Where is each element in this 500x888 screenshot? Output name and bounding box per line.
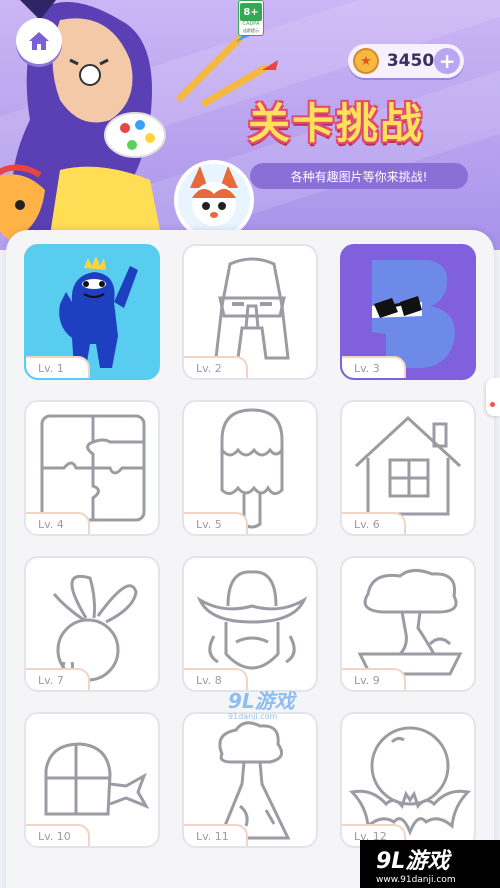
- level-card-8[interactable]: Lv. 8: [182, 556, 318, 692]
- level-panel: Lv. 1 Lv. 2 Lv. 3 Lv. 4 Lv. 5 Lv. 6 Lv. …: [6, 230, 494, 888]
- add-coins-button[interactable]: +: [434, 48, 460, 74]
- level-label: Lv. 1: [26, 356, 90, 378]
- watermark-corner-url: www.91danji.com: [376, 875, 456, 885]
- watermark-corner: 9L游戏 www.91danji.com: [360, 840, 500, 888]
- coin-balance: ★ 3450 +: [348, 44, 464, 78]
- level-label: Lv. 4: [26, 512, 90, 534]
- title-wrap: 关卡挑战: [248, 90, 470, 150]
- home-icon: [29, 32, 49, 50]
- coin-count: 3450: [386, 51, 435, 71]
- level-card-2[interactable]: Lv. 2: [182, 244, 318, 380]
- age-rating: 8+: [240, 3, 262, 21]
- level-card-10[interactable]: Lv. 10: [24, 712, 160, 848]
- age-rating-org: CADPA: [242, 21, 260, 27]
- watermark-brand: 9L游戏: [228, 689, 295, 713]
- page-subtitle: 各种有趣图片等你来挑战!: [250, 163, 468, 189]
- level-label: Lv. 3: [342, 356, 406, 378]
- level-label: Lv. 11: [184, 824, 248, 846]
- watermark-url: 91danji.com: [228, 712, 278, 721]
- level-label: Lv. 2: [184, 356, 248, 378]
- level-label: Lv. 5: [184, 512, 248, 534]
- level-card-4[interactable]: Lv. 4: [24, 400, 160, 536]
- watermark-center: 9L游戏 91danji.com: [228, 685, 318, 721]
- level-card-6[interactable]: Lv. 6: [340, 400, 476, 536]
- level-label: Lv. 6: [342, 512, 406, 534]
- level-label: Lv. 7: [26, 668, 90, 690]
- star-coin-icon: ★: [353, 48, 379, 74]
- notification-dot: [490, 402, 495, 407]
- plus-icon: +: [438, 49, 456, 73]
- level-card-5[interactable]: Lv. 5: [182, 400, 318, 536]
- level-card-7[interactable]: Lv. 7: [24, 556, 160, 692]
- side-drawer-tab[interactable]: [486, 378, 500, 416]
- level-label: Lv. 10: [26, 824, 90, 846]
- level-card-9[interactable]: Lv. 9: [340, 556, 476, 692]
- home-button[interactable]: [16, 18, 62, 64]
- watermark-corner-brand: 9L游戏: [376, 849, 450, 874]
- age-rating-note: 适龄提示: [243, 28, 259, 33]
- level-label: Lv. 9: [342, 668, 406, 690]
- level-card-1[interactable]: Lv. 1: [24, 244, 160, 380]
- header-banner: 8+ CADPA 适龄提示 ★ 3450 + 关卡挑战 各种有趣图片等你来挑战!: [0, 0, 500, 250]
- page-title: 关卡挑战: [248, 99, 425, 148]
- level-card-12[interactable]: Lv. 12: [340, 712, 476, 848]
- level-grid: Lv. 1 Lv. 2 Lv. 3 Lv. 4 Lv. 5 Lv. 6 Lv. …: [24, 244, 478, 848]
- level-card-11[interactable]: Lv. 11: [182, 712, 318, 848]
- level-card-3[interactable]: Lv. 3: [340, 244, 476, 380]
- age-rating-badge: 8+ CADPA 适龄提示: [238, 0, 264, 36]
